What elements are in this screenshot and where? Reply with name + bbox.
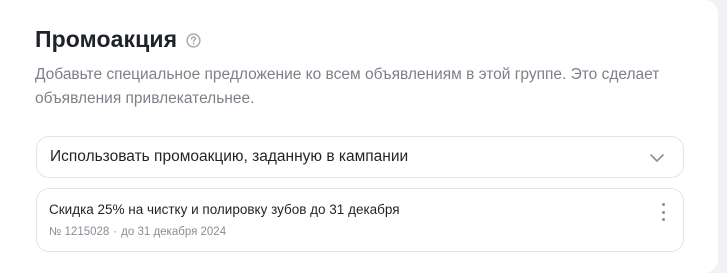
section-description: Добавьте специальное предложение ко всем…: [35, 66, 660, 107]
section-header: Промоакция: [35, 26, 201, 53]
promo-item-valid-until: до 31 декабря 2024: [121, 226, 227, 238]
more-vertical-icon[interactable]: [659, 203, 667, 221]
promo-source-select-value: Использовать промоакцию, заданную в камп…: [50, 148, 409, 165]
promo-item-title: Скидка 25% на чистку и полировку зубов д…: [49, 202, 400, 217]
promo-item-card[interactable]: Скидка 25% на чистку и полировку зубов д…: [36, 188, 684, 252]
promo-item-meta: № 1215028 · до 31 декабря 2024: [49, 226, 226, 238]
kebab-dot: [661, 203, 665, 206]
kebab-dot: [661, 210, 665, 214]
chevron-down-icon[interactable]: [649, 150, 665, 166]
section-title: Промоакция: [35, 26, 178, 52]
promo-item-number: № 1215028: [49, 226, 110, 238]
promo-section-card: Промоакция Добавьте специальное предложе…: [0, 0, 718, 273]
kebab-dot: [661, 218, 665, 221]
question-circle-icon[interactable]: [186, 33, 201, 48]
meta-separator: ·: [113, 226, 118, 238]
promo-source-select[interactable]: Использовать промоакцию, заданную в камп…: [36, 136, 684, 178]
